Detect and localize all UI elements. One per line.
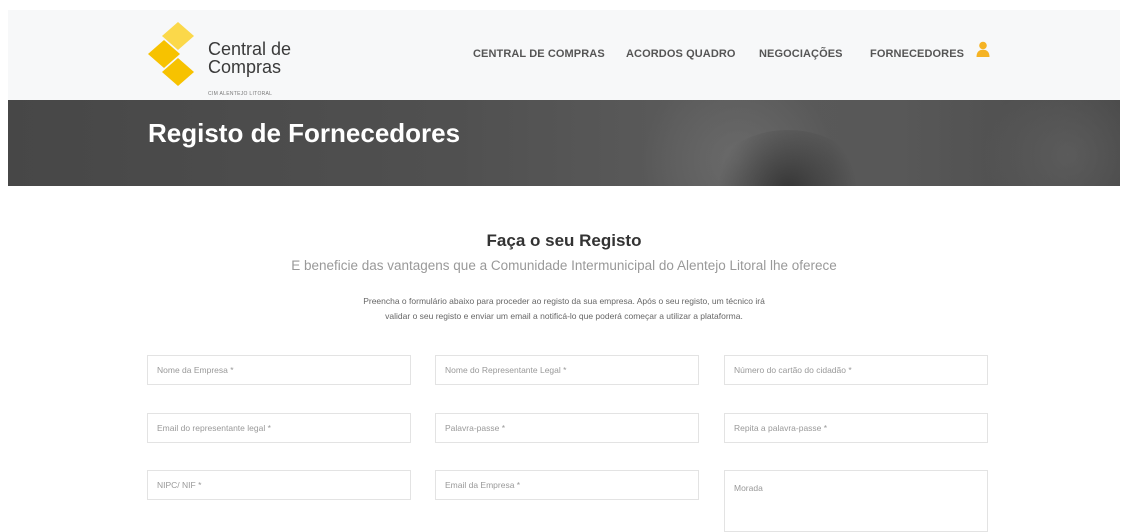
nav-fornecedores[interactable]: FORNECEDORES bbox=[870, 48, 964, 60]
form-title: Faça o seu Registo bbox=[486, 231, 642, 250]
legal-representative-name-input[interactable] bbox=[435, 355, 699, 385]
site-header: Central de Compras CIM ALENTEJO LITORAL … bbox=[8, 10, 1120, 100]
logo-wordmark: Central de Compras bbox=[208, 40, 291, 76]
logo-subtitle: CIM ALENTEJO LITORAL bbox=[208, 91, 273, 97]
password-input[interactable] bbox=[435, 413, 699, 443]
nav-negociacoes[interactable]: NEGOCIAÇÕES bbox=[759, 48, 843, 60]
site-logo[interactable]: Central de Compras CIM ALENTEJO LITORAL bbox=[148, 22, 308, 97]
citizen-card-number-input[interactable] bbox=[724, 355, 988, 385]
nav-acordos-quadro[interactable]: ACORDOS QUADRO bbox=[626, 48, 736, 60]
logo-line-2: Compras bbox=[208, 57, 282, 77]
nipc-nif-input[interactable] bbox=[147, 470, 411, 500]
logo-line-1: Central de bbox=[208, 39, 292, 59]
logo-icon bbox=[148, 22, 194, 86]
page-title: Registo de Fornecedores bbox=[148, 118, 461, 148]
company-email-input[interactable] bbox=[435, 470, 699, 500]
form-description-line-1: Preencha o formulário abaixo para proced… bbox=[363, 296, 765, 306]
user-icon[interactable] bbox=[976, 41, 990, 57]
page-banner: Registo de Fornecedores bbox=[8, 100, 1120, 186]
form-subtitle: E beneficie das vantagens que a Comunida… bbox=[291, 258, 837, 273]
company-name-input[interactable] bbox=[147, 355, 411, 385]
repeat-password-input[interactable] bbox=[724, 413, 988, 443]
nav-central-de-compras[interactable]: CENTRAL DE COMPRAS bbox=[473, 48, 605, 60]
address-textarea[interactable] bbox=[724, 470, 988, 532]
legal-representative-email-input[interactable] bbox=[147, 413, 411, 443]
form-description: Preencha o formulário abaixo para proced… bbox=[0, 294, 1128, 324]
banner-background-shape bbox=[968, 100, 1120, 186]
form-description-line-2: validar o seu registo e enviar um email … bbox=[385, 311, 743, 321]
